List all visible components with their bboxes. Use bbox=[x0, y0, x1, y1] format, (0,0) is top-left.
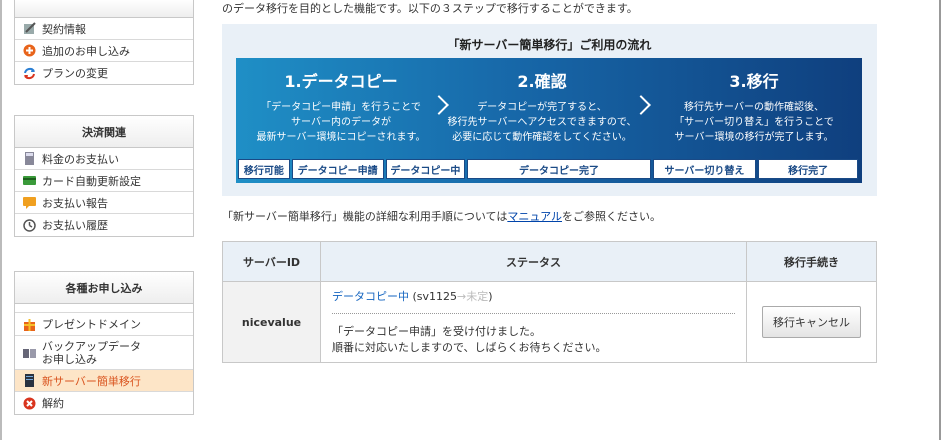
flow-title: 「新サーバー簡単移行」ご利用の流れ bbox=[447, 38, 652, 52]
intro-text: のデータ移行を目的とした機能です。以下の３ステップで移行することができます。 bbox=[222, 2, 638, 15]
step-description: 移行先サーバーの動作確認後、 「サーバー切り替え」を行うことで サーバー環境の移… bbox=[654, 100, 854, 145]
calculator-icon bbox=[23, 152, 36, 165]
column-header-procedure: 移行手続き bbox=[746, 241, 877, 282]
manual-text: をご参照ください。 bbox=[562, 210, 662, 223]
sidebar-item-label: 新サーバー簡単移行 bbox=[42, 374, 141, 388]
progress-step: データコピー完了 bbox=[467, 159, 651, 179]
sidebar-item-payment-report[interactable]: お支払い報告 bbox=[15, 192, 193, 214]
sidebar-item-label: バックアップデータ お申し込み bbox=[42, 339, 141, 366]
progress-step: データコピー申請 bbox=[291, 159, 384, 179]
sidebar-item-label: 料金のお支払い bbox=[42, 152, 119, 166]
cancel-circle-icon bbox=[23, 397, 36, 410]
status-close: ) bbox=[488, 290, 493, 303]
column-header-status: ステータス bbox=[320, 241, 747, 282]
sidebar-item-plan-change[interactable]: プランの変更 bbox=[15, 62, 193, 84]
sidebar-item-add-order[interactable]: 追加のお申し込み bbox=[15, 40, 193, 62]
refresh-arrows-icon bbox=[23, 67, 36, 80]
credit-card-icon bbox=[23, 174, 36, 187]
progress-bar: 移行可能 データコピー申請 データコピー中 データコピー完了 サーバー切り替え … bbox=[238, 159, 860, 179]
sidebar-group-title: 各種お申し込み bbox=[15, 272, 193, 304]
sidebar-group-title: 決済関連 bbox=[15, 116, 193, 148]
window-left-edge bbox=[0, 0, 2, 440]
migration-flow-panel: 「新サーバー簡単移行」ご利用の流れ 1.データコピー 「データコピー申請」を行う… bbox=[222, 24, 877, 196]
sidebar-item-label: プランの変更 bbox=[42, 67, 108, 80]
sidebar-item-label: 解約 bbox=[42, 397, 64, 410]
sidebar-item-cancel-contract[interactable]: 解約 bbox=[15, 392, 193, 414]
sidebar-group-applications: 各種お申し込み プレゼントドメイン バックアップデータ お申し込み 新サーバー簡… bbox=[14, 271, 194, 415]
sidebar-group-payment: 決済関連 料金のお支払い カード自動更新設定 お支払い報告 お支払い履歴 bbox=[14, 115, 194, 237]
step-desc-line: サーバー環境の移行が完了します。 bbox=[674, 132, 834, 143]
step-desc-line: 最新サーバー環境にコピーされます。 bbox=[256, 132, 426, 143]
table-header-row: サーバーID ステータス 移行手続き bbox=[222, 241, 877, 282]
status-target: →未定 bbox=[457, 290, 489, 303]
sidebar-item-label: お支払い履歴 bbox=[42, 219, 108, 232]
sidebar-item-backup-data[interactable]: バックアップデータ お申し込み bbox=[15, 336, 193, 370]
table-row: nicevalue データコピー中 (sv1125→未定) 「データコピー申請」… bbox=[222, 281, 877, 363]
sidebar-group-header bbox=[15, 0, 193, 18]
server-icon bbox=[23, 374, 36, 387]
step-desc-line: 移行先サーバーへアクセスできますので、 bbox=[447, 117, 637, 128]
progress-step: 移行完了 bbox=[758, 159, 858, 179]
migration-status-table: サーバーID ステータス 移行手続き nicevalue データコピー中 (sv… bbox=[222, 241, 877, 363]
sidebar-group-contract: 契約情報 追加のお申し込み プランの変更 bbox=[14, 0, 194, 85]
sidebar-item-new-server-migration[interactable]: 新サーバー簡単移行 bbox=[15, 370, 193, 392]
status-message: 順番に対応いたしますので、しばらくお待ちください。 bbox=[332, 341, 607, 354]
sidebar-item-present-domain[interactable]: プレゼントドメイン bbox=[15, 312, 193, 336]
sidebar-item-payment-history[interactable]: お支払い履歴 bbox=[15, 214, 193, 236]
step-description: データコピーが完了すると、 移行先サーバーへアクセスできますので、 必要に応じて… bbox=[442, 100, 642, 145]
server-id-cell: nicevalue bbox=[222, 281, 321, 363]
step-title: 1.データコピー bbox=[284, 72, 398, 91]
cancel-migration-button[interactable]: 移行キャンセル bbox=[762, 306, 861, 338]
action-cell: 移行キャンセル bbox=[746, 281, 877, 363]
manual-text: 「新サーバー簡単移行」機能の詳細な利用手順については bbox=[222, 210, 508, 223]
clock-icon bbox=[23, 218, 36, 232]
progress-step: サーバー切り替え bbox=[652, 159, 757, 179]
step-desc-line: サーバー内のデータが bbox=[291, 117, 391, 128]
progress-step: 移行可能 bbox=[238, 159, 290, 179]
manual-note: 「新サーバー簡単移行」機能の詳細な利用手順についてはマニュアルをご参照ください。 bbox=[222, 208, 661, 224]
step-desc-line: 必要に応じて動作確認をしてください。 bbox=[452, 132, 632, 143]
column-header-server-id: サーバーID bbox=[222, 241, 321, 282]
status-label: データコピー中 bbox=[332, 290, 409, 303]
document-pen-icon bbox=[23, 22, 36, 35]
status-cell: データコピー中 (sv1125→未定) 「データコピー申請」を受け付けました。 … bbox=[320, 281, 747, 363]
message-icon bbox=[23, 196, 36, 209]
gift-icon bbox=[23, 318, 36, 331]
backup-server-icon bbox=[23, 346, 36, 359]
step-desc-line: データコピーが完了すると、 bbox=[477, 102, 607, 113]
sidebar-item-contract-info[interactable]: 契約情報 bbox=[15, 18, 193, 40]
sidebar-item-pay-fee[interactable]: 料金のお支払い bbox=[15, 148, 193, 170]
step-data-copy: 1.データコピー 「データコピー申請」を行うことで サーバー内のデータが 最新サ… bbox=[241, 68, 441, 145]
step-confirm: 2.確認 データコピーが完了すると、 移行先サーバーへアクセスできますので、 必… bbox=[442, 68, 642, 145]
step-desc-line: 「データコピー申請」を行うことで bbox=[261, 102, 421, 113]
flow-banner: 1.データコピー 「データコピー申請」を行うことで サーバー内のデータが 最新サ… bbox=[236, 58, 862, 183]
step-title: 3.移行 bbox=[729, 72, 779, 91]
sidebar-item-label: お支払い報告 bbox=[42, 196, 108, 210]
step-desc-line: 移行先サーバーの動作確認後、 bbox=[684, 102, 824, 113]
manual-link[interactable]: マニュアル bbox=[507, 210, 562, 223]
sidebar-item-label: 契約情報 bbox=[42, 22, 86, 36]
sidebar-item-card-auto-renew[interactable]: カード自動更新設定 bbox=[15, 170, 193, 192]
step-migrate: 3.移行 移行先サーバーの動作確認後、 「サーバー切り替え」を行うことで サーバ… bbox=[654, 68, 854, 145]
progress-step: データコピー中 bbox=[385, 159, 466, 179]
sidebar-item-label: 追加のお申し込み bbox=[42, 44, 130, 58]
step-description: 「データコピー申請」を行うことで サーバー内のデータが 最新サーバー環境にコピー… bbox=[241, 100, 441, 145]
status-message: 「データコピー申請」を受け付けました。 bbox=[332, 325, 541, 338]
step-title: 2.確認 bbox=[517, 72, 567, 91]
status-server: (sv1125 bbox=[409, 290, 458, 303]
step-desc-line: 「サーバー切り替え」を行うことで bbox=[674, 117, 834, 128]
sidebar-item-label: プレゼントドメイン bbox=[42, 318, 141, 331]
plus-circle-icon bbox=[23, 44, 36, 57]
status-line: データコピー中 (sv1125→未定) bbox=[332, 288, 735, 314]
sidebar-item-label: カード自動更新設定 bbox=[42, 174, 141, 188]
